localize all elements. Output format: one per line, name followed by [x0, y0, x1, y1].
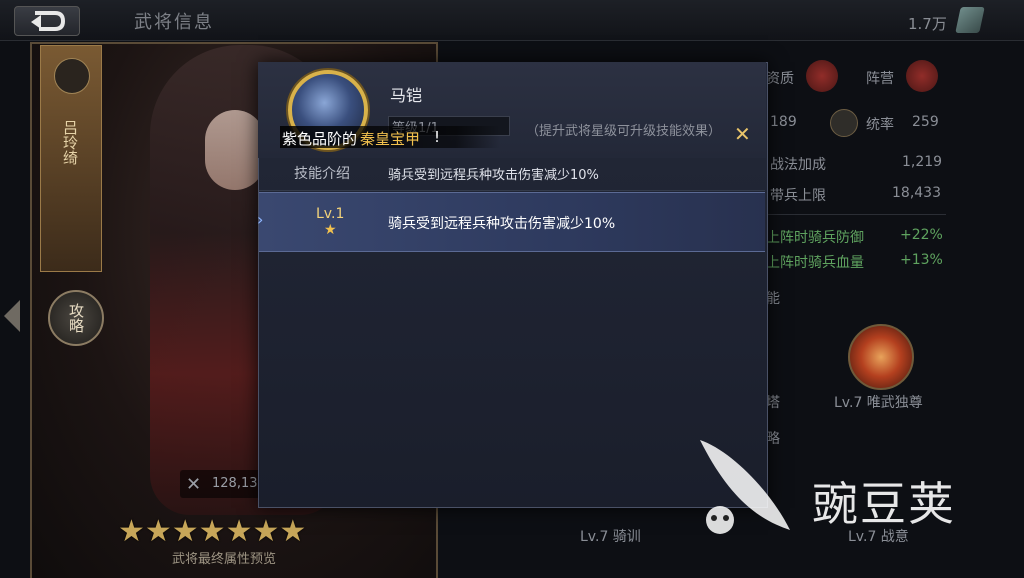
hero-name: 吕玲绮 — [61, 120, 79, 165]
level-description: 骑兵受到远程兵种攻击伤害减少10% — [388, 216, 616, 232]
divider — [766, 214, 946, 215]
banner-text-prefix: 紫色品阶的 — [282, 130, 358, 148]
quality-badge-icon — [806, 60, 838, 92]
banner-text-item: 秦皇宝甲 — [360, 130, 421, 148]
close-icon[interactable]: ✕ — [734, 124, 751, 144]
troop-limit-label: 带兵上限 — [770, 188, 826, 204]
page-title: 武将信息 — [134, 12, 214, 33]
cavalry-defense-value: +22% — [900, 227, 943, 243]
guide-button[interactable]: 攻略 — [48, 290, 104, 346]
star-icon: ★ — [324, 222, 337, 238]
crossed-swords-icon: ✕ — [186, 474, 202, 495]
stat-value-189: 189 — [770, 114, 797, 130]
previous-hero-arrow-icon[interactable] — [4, 300, 20, 332]
camp-label: 阵营 — [866, 71, 894, 87]
level-label: Lv.1 — [316, 206, 345, 222]
tactic-bonus-label: 战法加成 — [770, 157, 826, 173]
cavalry-defense-label: 上阵时骑兵防御 — [766, 230, 864, 246]
banner-text-suffix: ! — [434, 128, 441, 146]
horse-emblem-icon — [54, 58, 90, 94]
cavalry-hp-value: +13% — [900, 252, 943, 268]
star-rating: ★★★★★★★ — [118, 514, 307, 549]
watermark-logo-icon — [700, 440, 790, 534]
back-arrow-icon — [31, 11, 66, 31]
skill-name: 马铠 — [390, 86, 423, 105]
camp-badge-icon — [906, 60, 938, 92]
chevron-right-icon: › — [257, 210, 264, 229]
command-icon — [830, 109, 858, 137]
skills-section-label: 能 — [766, 291, 780, 307]
cavalry-hp-label: 上阵时骑兵血量 — [766, 255, 864, 271]
skill-right-label: Lv.7 唯武独尊 — [834, 395, 923, 411]
currency-value: 1.7万 — [908, 15, 947, 33]
skill-left-label: 塔 — [766, 395, 780, 411]
skill-orb-icon[interactable] — [848, 324, 914, 390]
command-value: 259 — [912, 114, 939, 130]
watermark-text: 豌豆荚 — [812, 477, 956, 531]
troop-limit-value: 18,433 — [892, 185, 941, 201]
tactic-bonus-value: 1,219 — [902, 154, 943, 170]
skill-intro-label: 技能介绍 — [294, 166, 350, 182]
skill-intro-description: 骑兵受到远程兵种攻击伤害减少10% — [388, 168, 599, 183]
quality-label: 资质 — [766, 71, 794, 87]
upgrade-hint: （提升武将星级可升级技能效果） — [526, 124, 722, 139]
bottom-skill-1-label: Lv.7 骑训 — [580, 529, 641, 545]
final-attributes-preview-link[interactable]: 武将最终属性预览 — [172, 548, 276, 567]
command-label: 统率 — [866, 117, 894, 133]
back-button[interactable] — [14, 6, 80, 36]
hero-face — [205, 110, 265, 190]
power-value: 128,13 — [212, 476, 258, 491]
